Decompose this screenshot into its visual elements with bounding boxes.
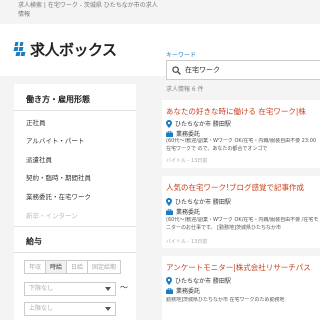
job-location: ひたちなか市 勝田駅 [166,197,231,206]
divider [14,110,136,111]
job-title-link[interactable]: 人気の在宅ワーク!ブログ感覚で記事作成 [166,182,320,193]
keyword-label: キーワード [166,52,197,59]
result-count: 求人情報 6 件 [166,86,204,93]
job-location-text: ひたちなか市 勝田駅 [175,278,231,285]
job-description: 勤務地]茨城県ひたちなか市 在宅ワークのため勤務地 [166,297,285,303]
job-source: バイトル - 13日前 [166,239,208,245]
pay-period-toggle: 年収 時給 日給 固定給期 [24,260,122,274]
salary-min-select[interactable]: 下限なし [24,282,116,296]
pay-period-annual[interactable]: 年収 [24,260,47,274]
filter-new-grad: 新卒・インターン [26,212,78,220]
job-title-link[interactable]: アンケートモニター|株式会社リサーチパス [166,262,320,273]
job-type-text: 業務委託 [176,288,201,295]
search-input[interactable]: 在宅ワーク [166,60,320,80]
search-icon [172,65,181,75]
chevron-down-icon [105,287,111,291]
job-card: アンケートモニター|株式会社リサーチパス ひたちなか市 勝田駅 業務委託 勤務地… [162,256,320,320]
filter-regular-employee[interactable]: 正社員 [26,117,46,127]
job-location: ひたちなか市 勝田駅 [166,119,231,128]
divider [14,226,136,227]
filter-part-time[interactable]: アルバイト・パート [26,135,84,145]
job-type: 業務委託 [166,207,200,216]
job-title-link[interactable]: あなたの好きな時に働ける 在宅ワーク|株 [166,106,320,117]
pay-period-fixed[interactable]: 固定給期 [87,260,122,274]
job-location: ひたちなか市 勝田駅 [166,276,231,285]
briefcase-icon [166,287,173,294]
filter-freelance-remote[interactable]: 業務委託・在宅ワーク [26,191,91,201]
salary-min-value: 下限なし [29,285,54,292]
breadcrumb: 求人検索 | 在宅ワーク - 茨城県 ひたちなか市の求人情報 [18,2,158,18]
job-description: (60代〜)歓迎/副業・Wワーク OK/在宅・内職/服装自由不要 23:00 在… [166,138,317,152]
pay-period-daily[interactable]: 日給 [66,260,89,274]
salary-max-select[interactable]: 上限なし [24,302,116,316]
job-card: あなたの好きな時に働ける 在宅ワーク|株 ひたちなか市 勝田駅 業務委託 (60… [162,100,320,168]
site-logo[interactable]: 求人ボックス [13,39,117,59]
work-style-heading: 働き方・雇用形態 [26,95,90,104]
location-pin-icon [166,197,172,206]
job-description: (60代〜)歓迎/副業・Wワーク OK/在宅・内職/服装自由不要 /在宅モニター… [166,217,319,231]
location-pin-icon [166,119,172,128]
location-pin-icon [166,276,172,285]
salary-max-value: 上限なし [29,305,54,312]
briefcase-icon [166,208,173,215]
logo-text: 求人ボックス [30,40,117,59]
header: 求人ボックス キーワード 在宅ワーク [0,24,320,80]
job-location-text: ひたちなか市 勝田駅 [175,199,231,206]
search-value: 在宅ワーク [185,66,220,74]
job-type: 業務委託 [166,286,200,295]
logo-mark-icon [13,42,28,56]
filter-sidebar: 働き方・雇用形態 正社員 アルバイト・パート 派遣社員 契約・臨時・期間社員 業… [14,84,136,320]
range-separator: 〜 [120,283,128,292]
filter-contract[interactable]: 契約・臨時・期間社員 [26,172,91,182]
salary-heading: 給与 [26,237,42,246]
job-card: 人気の在宅ワーク!ブログ感覚で記事作成 ひたちなか市 勝田駅 業務委託 (60代… [162,176,320,248]
job-type-text: 業務委託 [176,131,201,138]
job-type-text: 業務委託 [176,209,201,216]
job-source: バイトル - 13日前 [166,158,208,164]
results-list: 求人情報 6 件 あなたの好きな時に働ける 在宅ワーク|株 ひたちなか市 勝田駅… [162,84,320,320]
job-type: 業務委託 [166,129,200,138]
pay-period-hourly[interactable]: 時給 [45,260,68,274]
chevron-down-icon [105,307,111,311]
briefcase-icon [166,130,173,137]
filter-dispatch[interactable]: 派遣社員 [26,154,52,164]
job-location-text: ひたちなか市 勝田駅 [175,121,231,128]
divider [14,252,136,253]
top-bar: 求人検索 | 在宅ワーク - 茨城県 ひたちなか市の求人情報 [0,0,320,24]
